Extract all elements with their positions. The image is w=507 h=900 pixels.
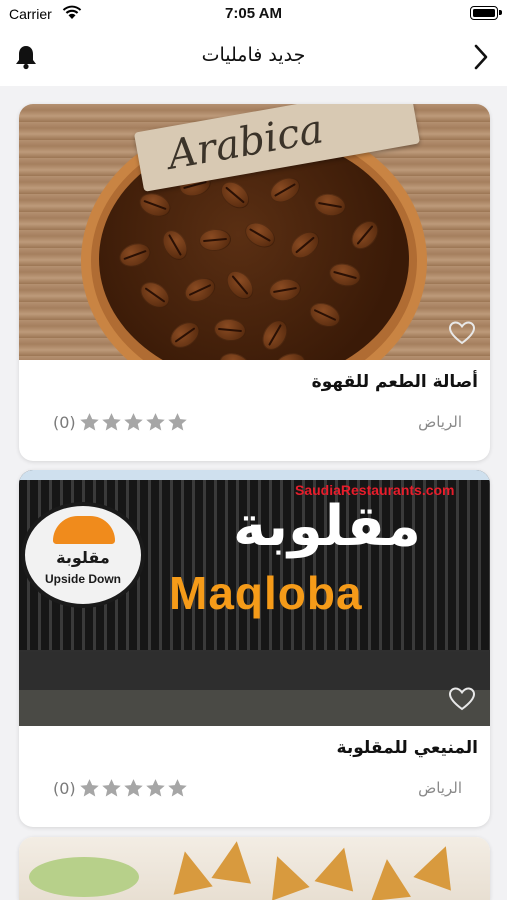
rating: (0)	[53, 778, 188, 798]
status-bar: Carrier 7:05 AM	[0, 0, 507, 30]
rating-count: (0)	[53, 412, 76, 432]
star-icon	[79, 413, 99, 431]
sign-arabic-text: مقلوبة	[233, 494, 421, 559]
heart-icon[interactable]	[448, 686, 476, 712]
chevron-right-icon[interactable]	[473, 44, 489, 70]
star-icon	[145, 413, 165, 431]
page-title: جديد فامليات	[201, 44, 306, 66]
star-icon	[167, 779, 187, 797]
star-icon	[79, 779, 99, 797]
star-icon	[167, 413, 187, 431]
clock: 7:05 AM	[225, 5, 282, 22]
samosa	[211, 838, 257, 884]
restaurant-city: الرياض	[418, 413, 462, 431]
restaurant-photo[interactable]: SaudiaRestaurants.com مقلوبة Upside Down…	[19, 470, 490, 726]
restaurant-photo[interactable]	[19, 837, 490, 900]
logo-arabic-text: مقلوبة	[56, 548, 110, 567]
star-icon	[101, 413, 121, 431]
green-dip	[29, 857, 139, 897]
heart-icon[interactable]	[448, 320, 476, 346]
restaurant-card[interactable]: Arabica أصالة الطعم للقهوة الرياض (0)	[19, 104, 490, 461]
restaurant-card[interactable]: SaudiaRestaurants.com مقلوبة Upside Down…	[19, 470, 490, 827]
battery-icon	[470, 6, 502, 20]
restaurant-logo: مقلوبة Upside Down	[21, 502, 145, 608]
star-icon	[123, 413, 143, 431]
navigation-bar: جديد فامليات	[0, 30, 507, 86]
storefront-window	[19, 690, 490, 726]
star-icon	[123, 779, 143, 797]
sign-latin-text: Maqloba	[169, 567, 363, 619]
rating-count: (0)	[53, 778, 76, 798]
logo-latin-text: Upside Down	[44, 572, 121, 586]
restaurant-name: المنيعي للمقلوبة	[336, 738, 478, 758]
restaurant-city: الرياض	[418, 779, 462, 797]
restaurant-card[interactable]	[19, 837, 490, 900]
restaurant-photo[interactable]: Arabica	[19, 104, 490, 360]
star-icon	[145, 779, 165, 797]
samosa	[367, 857, 411, 900]
rating: (0)	[53, 412, 188, 432]
logo-hat	[53, 516, 115, 544]
star-icon	[101, 779, 121, 797]
samosa	[165, 847, 213, 895]
restaurant-name: أصالة الطعم للقهوة	[311, 372, 478, 392]
